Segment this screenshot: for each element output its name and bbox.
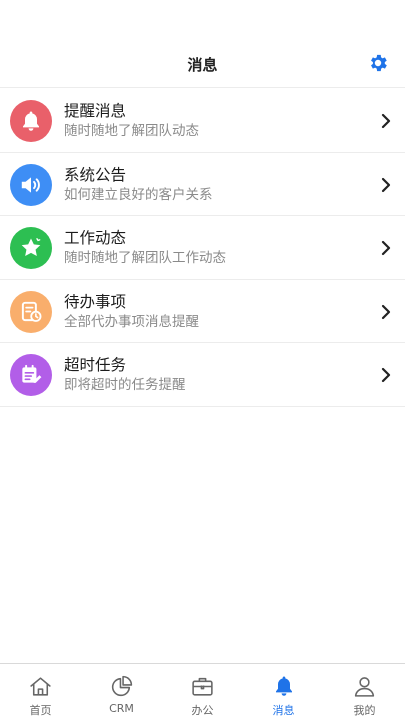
tab-profile[interactable]: 我的 xyxy=(324,664,405,720)
page-title: 消息 xyxy=(187,56,218,74)
chevron-right-icon xyxy=(381,304,391,319)
user-icon xyxy=(352,673,378,699)
message-title: 超时任务 xyxy=(64,356,127,374)
gear-icon xyxy=(371,54,387,72)
bottom-tab-bar: 首页 CRM 办公 消息 我的 xyxy=(0,663,405,720)
message-title: 系统公告 xyxy=(64,165,127,184)
message-text: 待办事项 全部代办事项消息提醒 xyxy=(64,292,199,331)
message-title: 提醒消息 xyxy=(64,102,127,120)
top-nav-bar: 消息 xyxy=(0,42,405,88)
message-item-work-updates[interactable]: 工作动态 随时随地了解团队工作动态 xyxy=(0,216,405,280)
star-icon xyxy=(21,238,41,257)
message-text: 超时任务 即将超时的任务提醒 xyxy=(64,355,186,394)
chevron-right-icon xyxy=(381,367,391,383)
home-icon xyxy=(28,673,54,699)
tab-label: 消息 xyxy=(272,704,295,717)
message-item-reminders[interactable]: 提醒消息 随时随地了解团队动态 xyxy=(0,89,405,153)
message-list: 提醒消息 随时随地了解团队动态 系统公告 如何建立良好的客户关系 工作动态 随时… xyxy=(0,89,405,407)
chevron-right-icon xyxy=(381,240,391,256)
tab-crm[interactable]: CRM xyxy=(81,664,162,720)
tab-office[interactable]: 办公 xyxy=(162,664,243,720)
tab-messages[interactable]: 消息 xyxy=(243,664,324,720)
task-edit-icon xyxy=(22,364,42,383)
message-subtitle: 如何建立良好的客户关系 xyxy=(64,186,213,203)
message-subtitle: 随时随地了解团队动态 xyxy=(64,123,199,139)
chevron-right-icon xyxy=(381,177,391,192)
message-title: 待办事项 xyxy=(64,292,127,311)
message-text: 提醒消息 随时随地了解团队动态 xyxy=(64,101,199,140)
tab-label: 首页 xyxy=(29,704,52,717)
message-icon-badge xyxy=(10,227,52,269)
settings-button[interactable] xyxy=(365,50,391,76)
message-icon-badge xyxy=(10,354,52,396)
message-icon-badge xyxy=(10,163,52,206)
briefcase-icon xyxy=(190,673,216,699)
message-subtitle: 随时随地了解团队工作动态 xyxy=(64,250,226,266)
tab-home[interactable]: 首页 xyxy=(0,664,81,720)
bell-icon xyxy=(23,111,39,131)
messages-page: 消息 提醒消息 随时随地了解团队动态 系统公告 如何建立良好的客户关系 工作动态… xyxy=(0,0,405,720)
message-text: 工作动态 随时随地了解团队工作动态 xyxy=(64,228,226,267)
tab-label: CRM xyxy=(109,702,134,715)
message-subtitle: 全部代办事项消息提醒 xyxy=(64,313,199,330)
bell-icon xyxy=(271,673,297,699)
message-subtitle: 即将超时的任务提醒 xyxy=(64,377,186,393)
chevron-right-icon xyxy=(381,113,391,129)
message-item-announcements[interactable]: 系统公告 如何建立良好的客户关系 xyxy=(0,153,405,216)
message-icon-badge xyxy=(10,290,52,333)
clipboard-clock-icon xyxy=(21,301,42,322)
message-item-todos[interactable]: 待办事项 全部代办事项消息提醒 xyxy=(0,280,405,343)
tab-label: 我的 xyxy=(353,704,376,717)
message-title: 工作动态 xyxy=(64,229,127,247)
message-icon-badge xyxy=(10,100,52,142)
message-text: 系统公告 如何建立良好的客户关系 xyxy=(64,165,213,204)
pie-chart-icon xyxy=(109,673,135,699)
speaker-icon xyxy=(21,176,40,193)
tab-label: 办公 xyxy=(191,704,214,717)
message-item-overdue-tasks[interactable]: 超时任务 即将超时的任务提醒 xyxy=(0,343,405,407)
